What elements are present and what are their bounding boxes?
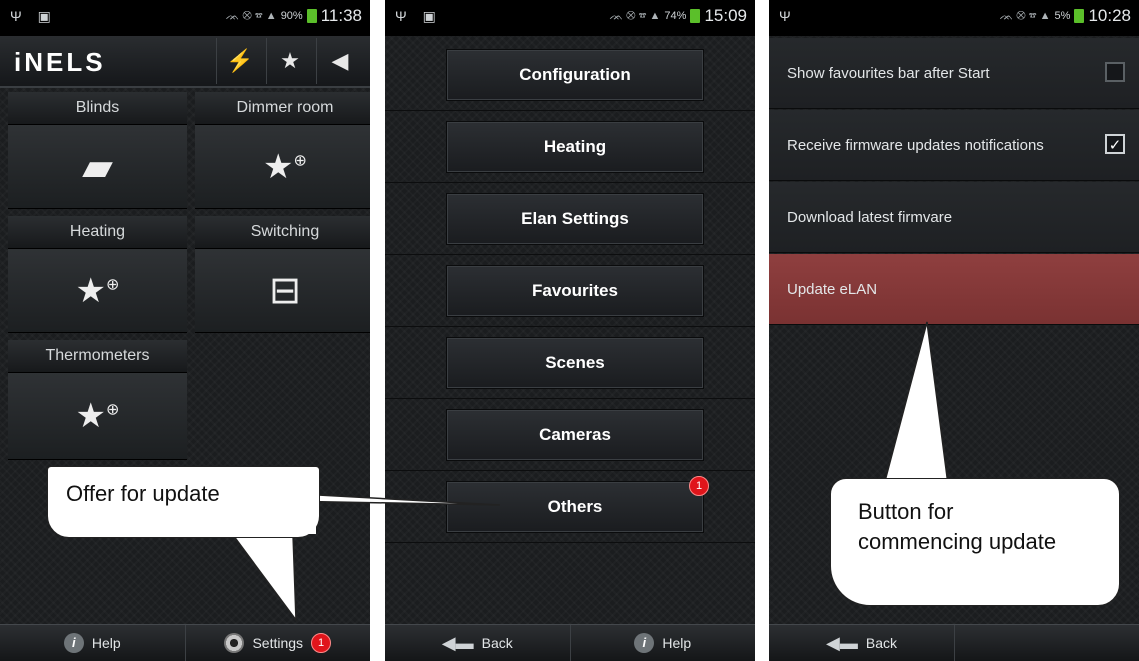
callout-offer-text: Offer for update [66, 481, 220, 506]
status-bar: Ψ ▣ ᨏ ⨂ ☎ ▲ 74% 15:09 [385, 0, 755, 36]
battery-icon [1074, 9, 1085, 23]
clock: 10:28 [1088, 6, 1131, 25]
menu-heating-button[interactable]: Heating [446, 121, 704, 173]
menu-cameras-button[interactable]: Cameras [446, 409, 704, 461]
firmware-notifications-checkbox[interactable]: ✓ [1105, 134, 1125, 154]
callout-offer-for-update: Offer for update [47, 466, 320, 538]
row-label: Download latest firmvare [787, 208, 953, 226]
callout-button-for-update: Button for commencing update [830, 478, 1120, 606]
help-label: Help [662, 635, 692, 651]
battery-icon [306, 9, 317, 23]
row-download-firmware[interactable]: Download latest firmvare [769, 182, 1139, 253]
status-left-icons: Ψ ▣ [10, 8, 57, 24]
status-bar: Ψ ᨏ ⨂ ☎ ▲ 5% 10:28 [769, 0, 1139, 36]
bottom-bar-empty [955, 625, 1139, 661]
star-icon[interactable]: ★ [266, 38, 313, 84]
menu-configuration-button[interactable]: Configuration [446, 49, 704, 101]
blinds-icon: ▰ [82, 144, 113, 189]
star-plus-icon: ★⊕ [75, 397, 120, 435]
phone-screen-home: Ψ ▣ ᨏ ⨂ ☎ ▲ 90% 11:38 iNELS ⚡ ★ ◀ Blinds… [0, 0, 370, 661]
info-icon: i [63, 633, 84, 653]
tile-dimmer-room-label[interactable]: Dimmer room [195, 92, 370, 125]
back-button[interactable]: ◀▬ Back [385, 625, 571, 661]
clock: 11:38 [320, 6, 362, 25]
callout-button-text-line1: Button for [858, 499, 954, 524]
inels-logo: iNELS [14, 47, 106, 77]
star-plus-icon: ★⊕ [263, 147, 307, 186]
help-button[interactable]: i Help [571, 625, 756, 661]
row-label: Receive firmware updates notifications [787, 136, 1044, 154]
info-icon: i [634, 633, 655, 653]
app-toolbar: iNELS ⚡ ★ ◀ [0, 36, 370, 88]
bottom-bar: i Help Settings 1 [0, 624, 370, 661]
clock: 15:09 [704, 6, 747, 25]
back-label: Back [481, 635, 513, 651]
update-elan-button[interactable]: Update eLAN [769, 254, 1139, 325]
battery-percent: 5% [1054, 10, 1071, 22]
help-button[interactable]: i Help [0, 625, 186, 661]
status-left-icons: Ψ ▣ [395, 8, 442, 24]
menu-favourites-button[interactable]: Favourites [446, 265, 704, 317]
star-plus-icon: ★⊕ [75, 271, 120, 310]
callout-button-text-line2: commencing update [858, 529, 1057, 554]
tile-thermometers[interactable]: ★⊕ [8, 373, 187, 460]
tile-heating[interactable]: ★⊕ [8, 249, 187, 333]
tile-heating-label[interactable]: Heating [8, 216, 187, 249]
camera-icon[interactable]: ◀ [316, 38, 363, 84]
signal-icons: ᨏ ⨂ ☎ ▲ [609, 9, 661, 22]
row-label: Update eLAN [787, 280, 878, 298]
back-arrow-icon: ◀▬ [826, 632, 858, 653]
battery-percent: 90% [280, 10, 303, 22]
tile-thermometers-label[interactable]: Thermometers [8, 340, 187, 373]
back-label: Back [865, 635, 897, 651]
toolbox-icon: ⊟ [269, 270, 301, 312]
menu-elan-settings-button[interactable]: Elan Settings [446, 193, 704, 245]
signal-icons: ᨏ ⨂ ☎ ▲ [999, 9, 1051, 22]
help-label: Help [91, 635, 121, 651]
gear-icon [224, 633, 245, 653]
bottom-bar: ◀▬ Back i Help [385, 624, 755, 661]
row-show-favourites-bar[interactable]: Show favourites bar after Start [769, 38, 1139, 109]
status-left-icons: Ψ [779, 8, 797, 24]
menu-scenes-button[interactable]: Scenes [446, 337, 704, 389]
show-favourites-checkbox[interactable] [1105, 62, 1125, 82]
signal-icons: ᨏ ⨂ ☎ ▲ [225, 9, 277, 22]
tile-blinds-label[interactable]: Blinds [8, 92, 187, 125]
menu-others-button[interactable]: Others [446, 481, 704, 533]
battery-icon [690, 9, 701, 23]
tile-dimmer-room[interactable]: ★⊕ [195, 125, 370, 209]
row-receive-firmware-notifications[interactable]: Receive firmware updates notifications ✓ [769, 110, 1139, 181]
tile-switching[interactable]: ⊟ [195, 249, 370, 333]
notification-badge: 1 [689, 476, 709, 496]
status-bar: Ψ ▣ ᨏ ⨂ ☎ ▲ 90% 11:38 [0, 0, 370, 36]
satellite-icon[interactable]: ⚡ [216, 38, 263, 84]
back-arrow-icon: ◀▬ [441, 632, 474, 653]
row-label: Show favourites bar after Start [787, 64, 990, 82]
bottom-bar: ◀▬ Back [769, 624, 1139, 661]
settings-button[interactable]: Settings 1 [186, 625, 371, 661]
tile-switching-label[interactable]: Switching [195, 216, 370, 249]
tile-blinds[interactable]: ▰ [8, 125, 187, 209]
back-button[interactable]: ◀▬ Back [769, 625, 955, 661]
settings-label: Settings [252, 635, 304, 651]
battery-percent: 74% [664, 10, 687, 22]
notification-badge: 1 [311, 633, 332, 653]
phone-screen-settings: Ψ ▣ ᨏ ⨂ ☎ ▲ 74% 15:09 Configuration Heat… [385, 0, 755, 661]
